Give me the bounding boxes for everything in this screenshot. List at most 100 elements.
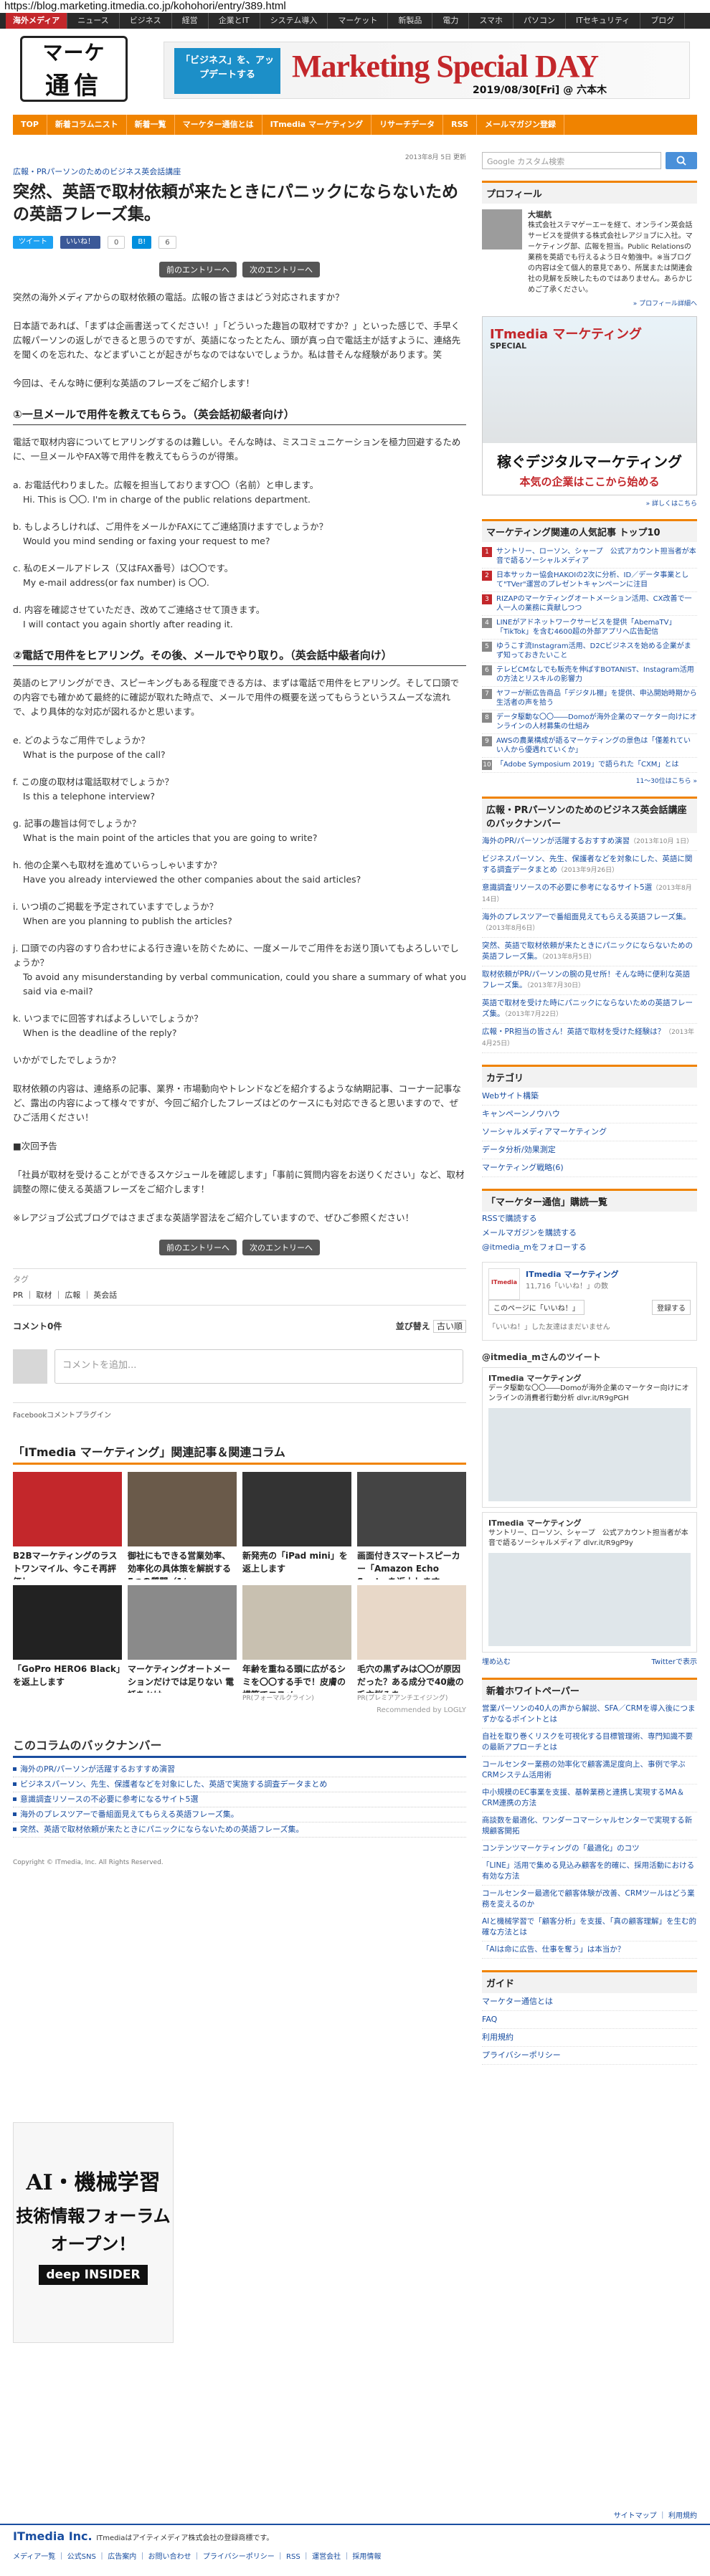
category-item[interactable]: Webサイト構築 xyxy=(482,1088,697,1106)
next-entry-button[interactable]: 次のエントリーへ xyxy=(242,262,320,277)
whitepaper-item[interactable]: コンテンツマーケティングの「最適化」のコツ xyxy=(482,1840,697,1858)
netbar-item[interactable]: ITセキュリティ xyxy=(566,13,641,29)
series-item[interactable]: 英語で取材を受けた時にパニックにならないための英語フレーズ集。（2013年7月2… xyxy=(482,995,697,1024)
nav-item[interactable]: TOP xyxy=(13,115,47,135)
related-card[interactable]: 御社にもできる営業効率、効率化の具体策を解説する5つの質問（1/ xyxy=(128,1472,237,1579)
related-card[interactable]: 新発売の「iPad mini」を返上します xyxy=(242,1472,351,1579)
whitepaper-item[interactable]: コールセンター最適化で顧客体験が改善、CRMツールはどう業務を変えるのか xyxy=(482,1886,697,1914)
series-item[interactable]: 海外のPR/パーソンが活躍するおすすめ演習（2013年10月 1日） xyxy=(482,833,697,851)
category-item[interactable]: マーケティング戦略(6) xyxy=(482,1159,697,1177)
related-card[interactable]: 「GoPro HERO6 Black」を返上します xyxy=(13,1585,122,1702)
nav-item[interactable]: RSS xyxy=(443,115,477,135)
related-card[interactable]: B2Bマーケティングのラストワンマイル、今こそ再評価し xyxy=(13,1472,122,1579)
series-item[interactable]: 突然、英語で取材依頼が来たときにパニックにならないための英語フレーズ集。（201… xyxy=(482,938,697,966)
netbar-item[interactable]: 企業とIT xyxy=(209,13,260,29)
netbar-item[interactable]: 新製品 xyxy=(388,13,433,29)
nav-item[interactable]: マーケター通信とは xyxy=(175,115,262,135)
prev-entry-button[interactable]: 前のエントリーへ xyxy=(159,262,237,277)
category-item[interactable]: ソーシャルメディアマーケティング xyxy=(482,1123,697,1141)
url-bar[interactable]: https://blog.marketing.itmedia.co.jp/koh… xyxy=(0,0,710,13)
nav-item[interactable]: メールマガジン登録 xyxy=(477,115,564,135)
backnumber-item[interactable]: 海外のPR/パーソンが活躍するおすすめ演習 xyxy=(13,1762,466,1777)
article-series[interactable]: 広報・PRパーソンのためのビジネス英会話講座 xyxy=(13,166,466,177)
series-item[interactable]: 取材依頼がPR/パーソンの腕の見せ所！そんな時に便利な英語フレーズ集。（2013… xyxy=(482,966,697,995)
related-card[interactable]: 年齢を重ねる頭に広がるシミを〇〇する手で！皮膚の構築でコスメ PR(フォーマルクラ… xyxy=(242,1585,351,1702)
tweet-card[interactable]: ITmedia マーケティング データ駆動な〇〇――Domoが海外企業のマーケター… xyxy=(482,1367,697,1508)
whitepaper-item[interactable]: 中小規模のEC事業を支援、基幹業務と連携し実現するMA＆CRM連携の方法 xyxy=(482,1784,697,1812)
facebook-comment-plugin[interactable]: Facebookコメントプラグイン xyxy=(13,1402,466,1420)
subscribe-item[interactable]: メールマガジンを購読する xyxy=(482,1226,697,1240)
sidebar-ad[interactable]: ITmedia マーケティング SPECIAL 稼ぐデジタルマーケティング 本気… xyxy=(482,316,697,495)
series-item[interactable]: 広報・PR担当の皆さん！英語で取材を受けた経験は？（2013年4月25日） xyxy=(482,1024,697,1053)
header-banner-ad[interactable]: 「ビジネス」を、アップデートする Marketing Special DAY 2… xyxy=(164,42,690,99)
netbar-item[interactable]: パソコン xyxy=(513,13,566,29)
ranking-item[interactable]: 3 RIZAPのマーケティングオートメーション活用、CX改善で一人一人の業務に貢献… xyxy=(482,592,697,616)
profile-more-link[interactable]: » プロフィール詳細へ xyxy=(482,298,697,308)
fb-signup-button[interactable]: 登録する xyxy=(652,1300,691,1315)
netbar-item[interactable]: 電力 xyxy=(432,13,470,29)
netbar-item[interactable]: スマホ xyxy=(469,13,513,29)
hatena-button[interactable]: B! xyxy=(132,236,152,249)
search-button[interactable] xyxy=(666,152,697,169)
whitepaper-item[interactable]: 商談数を最適化、ワンダーコマーシャルセンターで実現する新規顧客開拓 xyxy=(482,1812,697,1840)
nav-item[interactable]: ITmedia マーケティング xyxy=(262,115,372,135)
ranking-item[interactable]: 7 ヤフーが新広告商品「デジタル棚」を提供、申込開始時期から生活者の声を拾う xyxy=(482,687,697,710)
nav-item[interactable]: リサーチデータ xyxy=(371,115,444,135)
ranking-item[interactable]: 10 「Adobe Symposium 2019」で語られた「CXM」とは xyxy=(482,758,697,773)
series-item[interactable]: 意識調査リソースの不必要に参考になるサイト5選（2013年8月14日） xyxy=(482,880,697,909)
footer-top-links[interactable]: サイトマップ ｜ 利用規約 xyxy=(614,2509,697,2520)
whitepaper-item[interactable]: 「AIは命に広告、仕事を奪う」は本当か？ xyxy=(482,1941,697,1959)
recommended-by[interactable]: Recommended by LOGLY xyxy=(13,1706,466,1714)
whitepaper-item[interactable]: 「LINE」活用で集める見込み顧客を的確に、採用活動における有効な方法 xyxy=(482,1858,697,1886)
prev-entry-button[interactable]: 前のエントリーへ xyxy=(159,1240,237,1255)
view-on-twitter-link[interactable]: Twitterで表示 xyxy=(651,1655,697,1666)
backnumber-item[interactable]: ビジネスパーソン、先生、保護者などを対象にした、英語で実施する調査データまとめ xyxy=(13,1777,466,1792)
ranking-item[interactable]: 5 ゆうこす流Instagram活用、D2Cビジネスを始める企業がまず知っておきた… xyxy=(482,640,697,663)
netbar-item[interactable]: マーケット xyxy=(328,13,389,29)
netbar-item[interactable]: ビジネス xyxy=(120,13,172,29)
ranking-item[interactable]: 1 サントリー、ローソン、シャープ 公式アカウント担当者が本音で語るソーシャルメデ… xyxy=(482,545,697,569)
netbar-item[interactable]: 経営 xyxy=(172,13,209,29)
subscribe-item[interactable]: RSSで購読する xyxy=(482,1212,697,1226)
next-entry-button[interactable]: 次のエントリーへ xyxy=(242,1240,320,1255)
guide-item[interactable]: 利用規約 xyxy=(482,2029,697,2047)
guide-item[interactable]: プライバシーポリシー xyxy=(482,2047,697,2065)
series-item[interactable]: 海外のプレスツアーで番組面見えてもらえる英語フレーズ集。 （2013年8月6日） xyxy=(482,909,697,938)
whitepaper-item[interactable]: AIと機械学習で「顧客分析」を支援、「真の顧客理解」を生む的確な方法とは xyxy=(482,1914,697,1941)
nav-item[interactable]: 新着コラムニスト xyxy=(47,115,127,135)
netbar-item[interactable]: システム導入 xyxy=(260,13,328,29)
ranking-item[interactable]: 9 AWSの農業構成が語るマーケティングの景色は「僅差れていい人から優遇れていくか… xyxy=(482,734,697,758)
whitepaper-item[interactable]: コールセンター業務の効率化で顧客満足度向上、事例で学ぶCRMシステム活用術 xyxy=(482,1757,697,1784)
related-card[interactable]: マーケティングオートメーションだけでは足りない 電話をかけ、 xyxy=(128,1585,237,1702)
site-logo[interactable]: マーケ 通信 xyxy=(20,36,128,102)
backnumber-item[interactable]: 海外のプレスツアーで番組面見えてもらえる英語フレーズ集。 xyxy=(13,1807,466,1822)
ranking-item[interactable]: 2 日本サッカー協会HAKOIの2次に分析、ID／データ事業として"TVer"運営… xyxy=(482,569,697,592)
series-item[interactable]: ビジネスパーソン、先生、保護者などを対象にした、英語に関する調査データまとめ（2… xyxy=(482,851,697,880)
sort-select[interactable]: 古い順 xyxy=(432,1320,466,1333)
comment-sort[interactable]: 並び替え 古い順 xyxy=(396,1320,466,1333)
search-input[interactable]: Google カスタム検索 xyxy=(482,152,661,169)
nav-item[interactable]: 新着一覧 xyxy=(127,115,175,135)
subscribe-item[interactable]: @itmedia_mをフォローする xyxy=(482,1240,697,1255)
guide-item[interactable]: FAQ xyxy=(482,2011,697,2029)
netbar-item[interactable]: 海外メディア xyxy=(6,13,68,29)
ranking-more-link[interactable]: 11〜30位はこちら » xyxy=(482,776,697,785)
embed-link[interactable]: 埋め込む xyxy=(482,1655,511,1666)
tags-list[interactable]: PR ｜ 取材 ｜ 広報 ｜ 英会話 xyxy=(13,1289,466,1301)
backnumber-item[interactable]: 突然、英語で取材依頼が来たときにパニックにならないための英語フレーズ集。 xyxy=(13,1822,466,1838)
footer-links[interactable]: メディア一覧 ｜ 公式SNS ｜ 広告案内 ｜ お問い合わせ ｜ プライバシーポ… xyxy=(13,2550,697,2561)
related-card[interactable]: 画面付きスマートスピーカー「Amazon Echo Spot」を返上します xyxy=(357,1472,466,1579)
netbar-item[interactable]: ブログ xyxy=(640,13,686,29)
related-card[interactable]: 毛穴の黒ずみは〇〇が原因だった？ある成分で40歳の毛穴悩みを PR(プレミアアンチ… xyxy=(357,1585,466,1702)
comment-input[interactable]: コメントを追加... xyxy=(55,1349,463,1384)
tweet-card[interactable]: ITmedia マーケティング サントリー、ローソン、シャープ 公式アカウント担当… xyxy=(482,1512,697,1653)
guide-item[interactable]: マーケター通信とは xyxy=(482,1993,697,2011)
whitepaper-item[interactable]: 自社を取り巻くリスクを可視化する目標管理術、専門知識不要の最新アプローチとは xyxy=(482,1729,697,1757)
ranking-item[interactable]: 6 テレビCMなしでも販売を伸ばすBOTANIST、Instagram活用の方法と… xyxy=(482,663,697,687)
fb-like-page-button[interactable]: このページに「いいね！」 xyxy=(488,1300,584,1315)
category-item[interactable]: キャンペーンノウハウ xyxy=(482,1106,697,1123)
ranking-item[interactable]: 4 LINEがアドネットワークサービスを提供「AbemaTV」「TikTok」を含… xyxy=(482,616,697,640)
ranking-item[interactable]: 8 データ駆動な〇〇――Domoが海外企業のマーケター向けにオンラインの人材募集の… xyxy=(482,710,697,734)
category-item[interactable]: データ分析/効果測定 xyxy=(482,1141,697,1159)
tweet-button[interactable]: ツイート xyxy=(13,236,53,249)
